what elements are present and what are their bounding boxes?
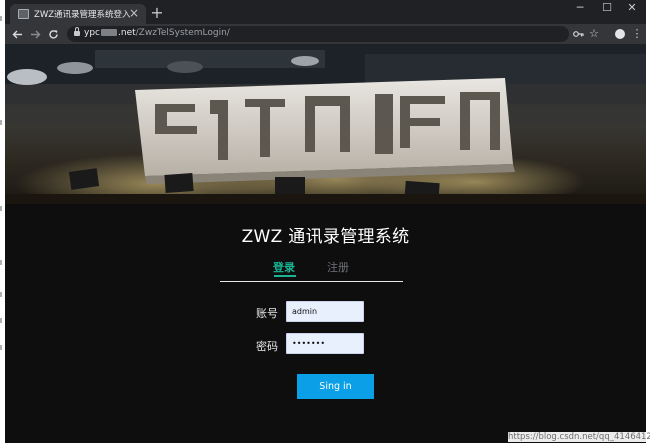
- password-input[interactable]: [286, 333, 364, 354]
- new-tab-button[interactable]: +: [148, 4, 166, 22]
- address-bar[interactable]: ypc .net/ZwzTelSystemLogin/: [67, 26, 569, 42]
- forward-arrow-icon: [30, 30, 40, 39]
- minimize-button[interactable]: ─: [566, 0, 594, 16]
- edge-mark: [0, 120, 2, 125]
- password-label: 密码: [256, 340, 278, 353]
- maximize-button[interactable]: ☐: [593, 0, 621, 16]
- edge-mark: [0, 260, 2, 265]
- url-host-prefix: ypc: [84, 28, 100, 38]
- reload-button[interactable]: [44, 25, 62, 43]
- profile-avatar-icon[interactable]: [615, 29, 625, 39]
- browser-tab[interactable]: ZWZ通讯录管理系统登入 ×: [10, 4, 146, 24]
- url-text: ypc .net/ZwzTelSystemLogin/: [84, 28, 230, 38]
- bookmark-star-icon[interactable]: ☆: [586, 25, 602, 43]
- edge-mark: [0, 345, 2, 350]
- login-panel: ZWZ 通讯录管理系统 登录 注册 账号 密码 Sing in: [5, 204, 646, 443]
- tab-register[interactable]: 注册: [327, 259, 349, 275]
- edge-mark: [0, 16, 2, 21]
- browser-toolbar: ypc .net/ZwzTelSystemLogin/ ☆ ⋮: [5, 24, 646, 44]
- browser-window: ZWZ通讯录管理系统登入 × + ─ ☐ ✕ ypc .net/ZwzTelSy…: [5, 0, 646, 443]
- watermark-text: https://blog.csdn.net/qq_41464123: [508, 432, 650, 442]
- forward-button[interactable]: [26, 25, 44, 43]
- page-viewport: ZWZ 通讯录管理系统 登录 注册 账号 密码 Sing in: [5, 44, 646, 443]
- close-window-button[interactable]: ✕: [618, 0, 646, 16]
- menu-kebab-icon[interactable]: ⋮: [629, 25, 645, 43]
- page-title: ZWZ 通讯录管理系统: [241, 227, 410, 247]
- key-icon[interactable]: [570, 25, 586, 43]
- back-button[interactable]: [8, 25, 26, 43]
- active-tab-indicator: [274, 275, 296, 277]
- key-glyph: [572, 31, 584, 37]
- lock-icon: [74, 27, 80, 36]
- account-input[interactable]: [286, 301, 364, 322]
- sign-in-button[interactable]: Sing in: [297, 374, 374, 399]
- edge-mark: [0, 206, 2, 211]
- tab-login[interactable]: 登录: [273, 259, 295, 275]
- redacted-domain: [101, 29, 117, 36]
- hero-banner-image: [5, 44, 646, 204]
- url-host-suffix: .net: [118, 28, 136, 38]
- url-path: /ZwzTelSystemLogin/: [135, 28, 230, 38]
- tab-strip: ZWZ通讯录管理系统登入 × + ─ ☐ ✕: [5, 0, 646, 24]
- edge-mark: [0, 318, 2, 323]
- tab-close-icon[interactable]: ×: [129, 6, 139, 20]
- hero-photo-illustration: [5, 44, 646, 204]
- account-label: 账号: [256, 307, 278, 320]
- page-favicon-icon: [18, 9, 29, 19]
- tab-divider: [220, 281, 403, 282]
- tab-title: ZWZ通讯录管理系统登入: [34, 10, 131, 20]
- edge-mark: [0, 292, 2, 297]
- reload-icon: [48, 30, 58, 39]
- back-arrow-icon: [12, 30, 22, 39]
